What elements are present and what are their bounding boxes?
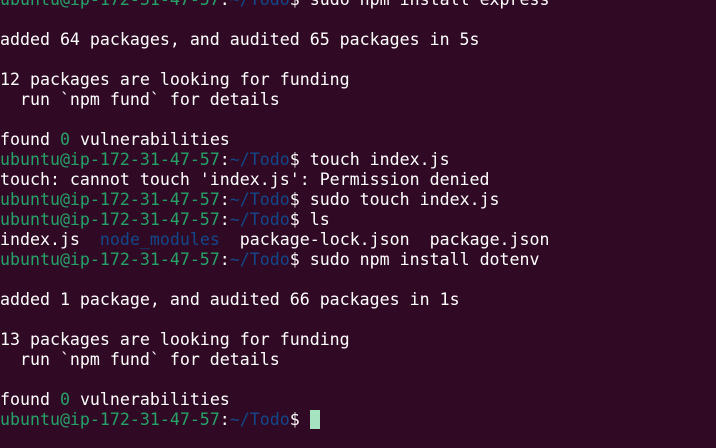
prompt-colon: : — [219, 210, 230, 229]
prompt-user-host: ubuntu@ip-172-31-47-57 — [0, 250, 220, 269]
ls-output-line: index.js node_modules package-lock.json … — [0, 230, 550, 250]
terminal-window[interactable]: ubuntu@ip-172-31-47-57:~/Todo$ sudo npm … — [0, 0, 716, 448]
output-line: found 0 vulnerabilities — [0, 130, 550, 150]
ls-entry-file: package-lock.json — [239, 230, 410, 249]
prompt-dollar: $ — [289, 250, 310, 269]
output-line: 12 packages are looking for funding — [0, 70, 350, 89]
found-prefix: found — [0, 390, 60, 409]
prompt-path: ~/Todo — [229, 190, 290, 209]
prompt-colon: : — [219, 250, 230, 269]
command-text: ls — [309, 210, 330, 229]
prompt-user-host: ubuntu@ip-172-31-47-57 — [0, 410, 220, 429]
text-cursor[interactable] — [309, 410, 320, 429]
prompt-line: ubuntu@ip-172-31-47-57:~/Todo$ sudo npm … — [0, 0, 550, 10]
prompt-colon: : — [219, 410, 230, 429]
ls-entry-directory: node_modules — [99, 230, 220, 249]
prompt-colon: : — [220, 0, 230, 9]
prompt-user-host: ubuntu@ip-172-31-47-57 — [0, 150, 220, 169]
prompt-dollar: $ — [289, 210, 310, 229]
prompt-line: ubuntu@ip-172-31-47-57:~/Todo$ touch ind… — [0, 150, 550, 170]
prompt-user-host: ubuntu@ip-172-31-47-57 — [0, 0, 220, 9]
output-line: added 64 packages, and audited 65 packag… — [0, 30, 480, 49]
prompt-colon: : — [219, 150, 230, 169]
prompt-line: ubuntu@ip-172-31-47-57:~/Todo$ ls — [0, 210, 550, 230]
vulnerability-count: 0 — [59, 390, 70, 409]
vulnerability-count: 0 — [59, 130, 70, 149]
prompt-user-host: ubuntu@ip-172-31-47-57 — [0, 210, 220, 229]
output-line: 13 packages are looking for funding — [0, 330, 350, 349]
prompt-user-host: ubuntu@ip-172-31-47-57 — [0, 190, 220, 209]
prompt-path: ~/Todo — [229, 150, 290, 169]
prompt-path: ~/Todo — [229, 410, 290, 429]
ls-entry-file: index.js — [0, 230, 80, 249]
command-text: sudo touch index.js — [309, 190, 500, 209]
output-line: run `npm fund` for details — [0, 90, 280, 109]
prompt-line: ubuntu@ip-172-31-47-57:~/Todo$ sudo npm … — [0, 250, 550, 270]
found-prefix: found — [0, 130, 60, 149]
prompt-path: ~/Todo — [230, 0, 290, 9]
output-line: run `npm fund` for details — [0, 350, 280, 369]
prompt-dollar: $ — [290, 0, 310, 9]
prompt-dollar: $ — [289, 190, 310, 209]
prompt-dollar: $ — [289, 410, 310, 429]
command-text: sudo npm install express — [310, 0, 550, 9]
prompt-path: ~/Todo — [229, 210, 290, 229]
active-prompt-line[interactable]: ubuntu@ip-172-31-47-57:~/Todo$ — [0, 410, 550, 430]
prompt-path: ~/Todo — [229, 250, 290, 269]
output-line: found 0 vulnerabilities — [0, 390, 550, 410]
prompt-colon: : — [219, 190, 230, 209]
output-line: added 1 package, and audited 66 packages… — [0, 290, 460, 309]
prompt-line: ubuntu@ip-172-31-47-57:~/Todo$ sudo touc… — [0, 190, 550, 210]
found-suffix: vulnerabilities — [69, 130, 230, 149]
terminal-output: ubuntu@ip-172-31-47-57:~/Todo$ sudo npm … — [0, 0, 550, 430]
command-text: sudo npm install dotenv — [309, 250, 540, 269]
command-text: touch index.js — [309, 150, 450, 169]
found-suffix: vulnerabilities — [69, 390, 230, 409]
output-line: touch: cannot touch 'index.js': Permissi… — [0, 170, 490, 189]
prompt-dollar: $ — [289, 150, 310, 169]
ls-entry-file: package.json — [429, 230, 550, 249]
